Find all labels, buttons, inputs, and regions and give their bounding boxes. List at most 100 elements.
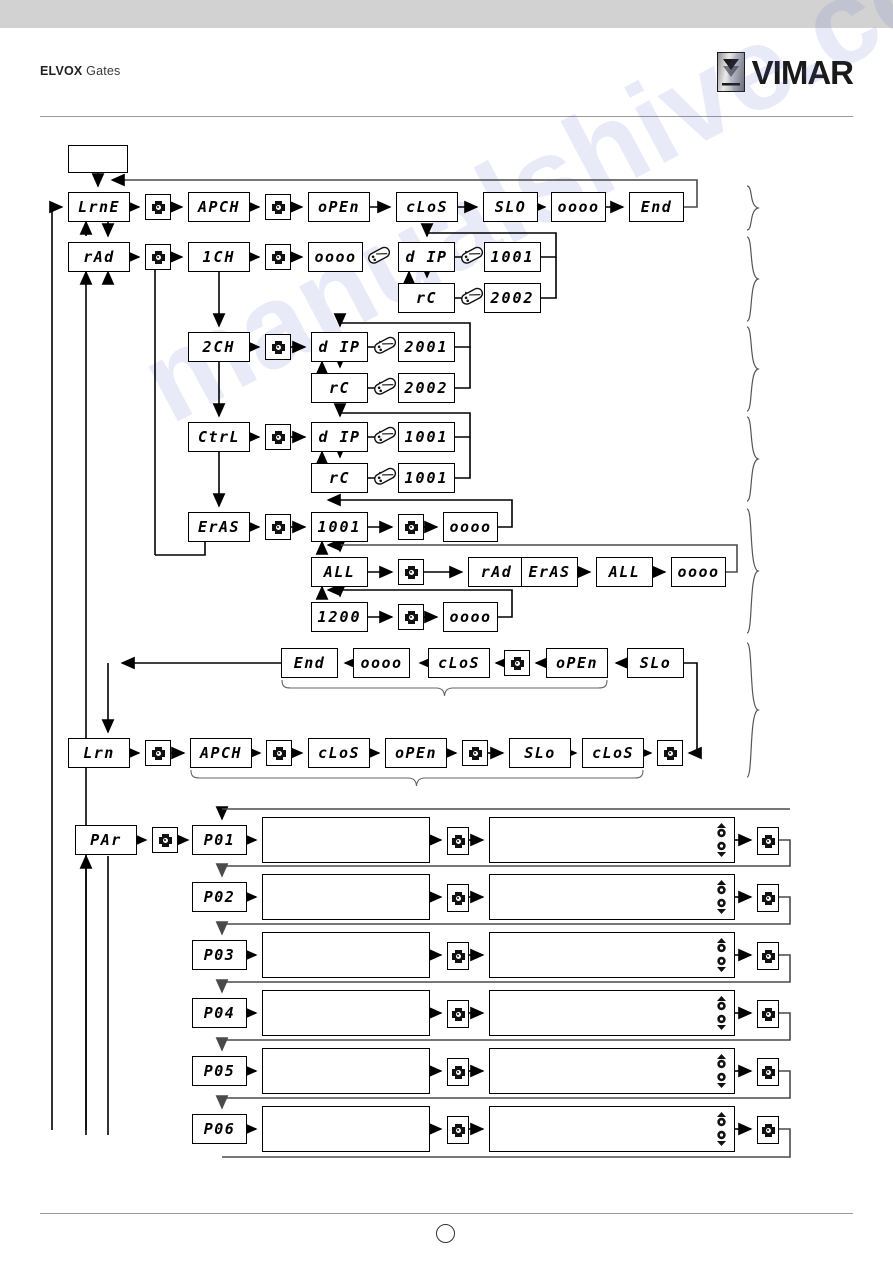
btn-p02-confirm[interactable] (447, 884, 469, 912)
header-brand-row: ELVOX Gates VIMAR (40, 52, 854, 92)
btn-p03-save[interactable] (757, 942, 779, 970)
button-corner-notch (461, 901, 465, 905)
button-corner-notch (281, 440, 285, 444)
btn-1200[interactable] (398, 604, 424, 630)
under-brace-slo-row (281, 679, 608, 697)
btn-p06-save[interactable] (757, 1116, 779, 1144)
btn-rad-1[interactable] (145, 244, 171, 270)
btn-par[interactable] (152, 827, 178, 853)
btn-eras[interactable] (265, 514, 291, 540)
button-corner-notch (461, 891, 465, 895)
btn-eras-2[interactable] (398, 514, 424, 540)
btn-p02-save[interactable] (757, 884, 779, 912)
node-dip-2: d IP (311, 332, 368, 362)
button-corner-notch (761, 1065, 765, 1069)
flowchart-canvas: LrnE APCH oPEn cLoS SLO oooo End rAd 1CH oooo d IP… (0, 130, 893, 1205)
button-corner-notch (161, 250, 165, 254)
btn-p06-confirm[interactable] (447, 1116, 469, 1144)
stepper-p06[interactable] (715, 1112, 728, 1146)
vimar-mark-icon (716, 52, 745, 92)
stepper-p04[interactable] (715, 996, 728, 1030)
stepper-p02[interactable] (715, 880, 728, 914)
brand-text: ELVOX Gates (40, 64, 121, 78)
button-corner-notch (281, 530, 285, 534)
btn-2ch[interactable] (265, 334, 291, 360)
button-corner-notch (771, 1133, 775, 1137)
button-corner-notch (451, 1123, 455, 1127)
stepper-p01[interactable] (715, 823, 728, 857)
group-brace-6 (745, 642, 761, 778)
option-box-p06 (489, 1106, 735, 1152)
button-glyph-icon (271, 520, 285, 534)
btn-p03-confirm[interactable] (447, 942, 469, 970)
under-brace-lrn-row (190, 769, 644, 787)
header-divider (40, 116, 853, 117)
button-corner-notch (161, 200, 165, 204)
button-corner-notch (771, 1123, 775, 1127)
node-p05: P05 (192, 1056, 247, 1086)
node-par: PAr (75, 825, 137, 855)
button-corner-notch (761, 959, 765, 963)
btn-lrne-2[interactable] (265, 194, 291, 220)
button-corner-notch (761, 1007, 765, 1011)
button-corner-notch (272, 756, 276, 760)
button-glyph-icon (271, 250, 285, 264)
button-corner-notch (161, 260, 165, 264)
node-2002a: 2002 (484, 283, 541, 313)
button-corner-notch (281, 250, 285, 254)
btn-p04-save[interactable] (757, 1000, 779, 1028)
stepper-p05[interactable] (715, 1054, 728, 1088)
button-corner-notch (151, 250, 155, 254)
button-corner-notch (771, 959, 775, 963)
btn-lrn-2[interactable] (266, 740, 292, 766)
button-glyph-icon (151, 250, 165, 264)
button-corner-notch (663, 746, 667, 750)
node-ctrl: CtrL (188, 422, 250, 452)
btn-lrne-1[interactable] (145, 194, 171, 220)
button-corner-notch (271, 350, 275, 354)
btn-lrn-4[interactable] (657, 740, 683, 766)
button-corner-notch (151, 746, 155, 750)
button-corner-notch (468, 756, 472, 760)
btn-ctrl[interactable] (265, 424, 291, 450)
btn-p05-save[interactable] (757, 1058, 779, 1086)
button-corner-notch (414, 575, 418, 579)
node-eras: ErAS (188, 512, 250, 542)
fob-2ch-b (373, 377, 399, 399)
btn-all[interactable] (398, 559, 424, 585)
stepper-p03[interactable] (715, 938, 728, 972)
button-glyph-icon (158, 833, 172, 847)
btn-lrn-3[interactable] (462, 740, 488, 766)
btn-p01-confirm[interactable] (447, 827, 469, 855)
btn-p04-confirm[interactable] (447, 1000, 469, 1028)
node-open-3: oPEn (385, 738, 447, 768)
btn-p05-confirm[interactable] (447, 1058, 469, 1086)
fob-1ch-a (460, 246, 486, 268)
value-box-p03 (262, 932, 430, 978)
btn-p01-save[interactable] (757, 827, 779, 855)
button-corner-notch (451, 834, 455, 838)
button-glyph-icon (271, 430, 285, 444)
node-0000e: oooo (443, 602, 498, 632)
button-corner-notch (271, 200, 275, 204)
button-corner-notch (271, 520, 275, 524)
button-corner-notch (461, 834, 465, 838)
btn-slo-r[interactable] (504, 650, 530, 676)
btn-rad-2[interactable] (265, 244, 291, 270)
group-brace-4 (745, 416, 761, 502)
button-corner-notch (461, 1065, 465, 1069)
node-dip-1: d IP (398, 242, 455, 272)
button-corner-notch (151, 260, 155, 264)
button-corner-notch (510, 656, 514, 660)
button-glyph-icon (404, 520, 418, 534)
btn-lrn-1[interactable] (145, 740, 171, 766)
button-corner-notch (673, 756, 677, 760)
button-corner-notch (451, 959, 455, 963)
option-box-p02 (489, 874, 735, 920)
fob-1ch-b (460, 287, 486, 309)
button-corner-notch (771, 891, 775, 895)
button-corner-notch (281, 350, 285, 354)
button-corner-notch (761, 834, 765, 838)
button-glyph-icon (404, 610, 418, 624)
node-1001a: 1001 (484, 242, 541, 272)
